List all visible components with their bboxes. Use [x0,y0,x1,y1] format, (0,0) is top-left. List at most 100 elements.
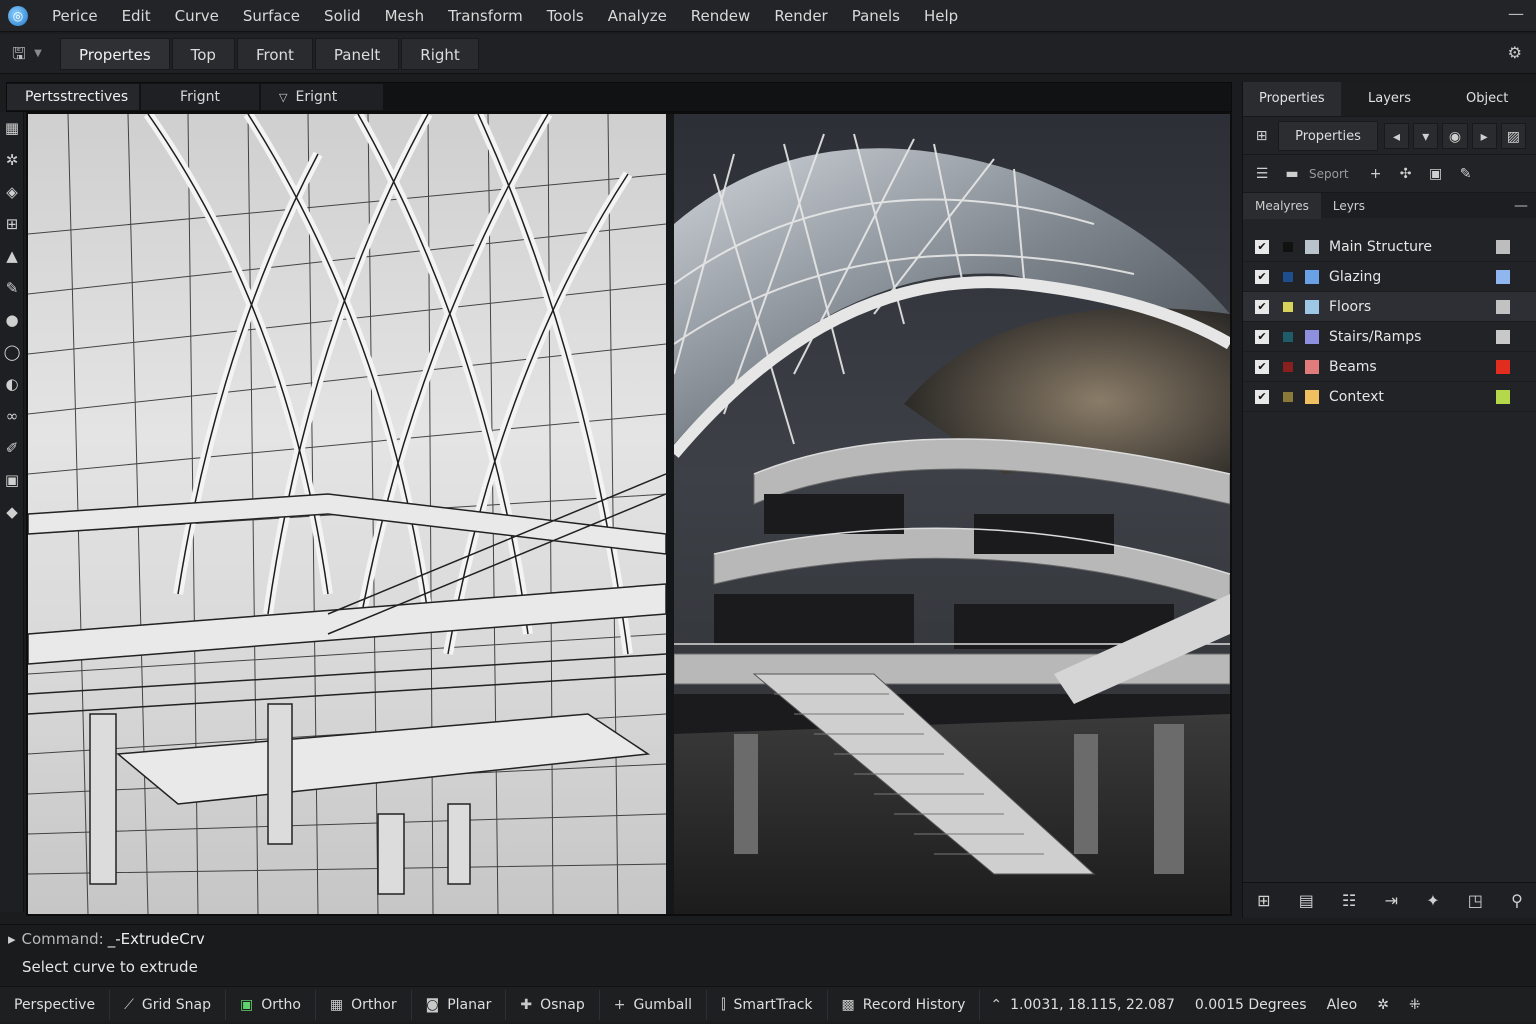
curve-tool-icon[interactable]: ✲ [0,144,24,176]
status-record-history[interactable]: ▩ Record History [828,989,981,1020]
link-tool-icon[interactable]: ∞ [0,400,24,432]
edit-icon[interactable]: ✎ [1453,161,1479,187]
layer-row-selected[interactable]: ✔ Floors [1243,292,1536,322]
render-tool-icon[interactable]: ◐ [0,368,24,400]
viewport-tab-perspective[interactable]: Pertsstrectives [7,84,139,110]
toolbar-tab-top[interactable]: Top [171,37,235,70]
chevron-down-icon[interactable]: ▼ [30,48,46,59]
menu-solid[interactable]: Solid [312,0,373,32]
layer-color-swatch[interactable] [1496,359,1510,374]
pin-icon[interactable]: ⚲ [1511,891,1523,910]
layer-color-swatch[interactable] [1496,239,1510,254]
layer-lock-dot[interactable] [1283,361,1293,372]
menu-help[interactable]: Help [912,0,970,32]
layer-visibility-checkbox[interactable]: ✔ [1255,269,1269,284]
panel-tab-layers[interactable]: Layers [1341,82,1439,116]
layer-row[interactable]: ✔ Context [1243,382,1536,412]
panel-tab-object[interactable]: Object [1438,82,1536,116]
layer-row[interactable]: ✔ Stairs/Ramps [1243,322,1536,352]
options-icon[interactable]: ⁜ [1399,990,1431,1020]
status-perspective[interactable]: Perspective [0,989,111,1020]
status-orthor[interactable]: ▦ Orthor [316,989,412,1020]
layer-list-icon[interactable]: ☷ [1342,891,1356,910]
subtab-mealyres[interactable]: Mealyres [1243,192,1321,219]
copy-icon[interactable]: ▣ [1423,161,1449,187]
menu-tools[interactable]: Tools [535,0,596,32]
status-gumball[interactable]: + Gumball [600,989,708,1020]
toolbar-tab-panelt[interactable]: Panelt [314,37,400,70]
brush-tool-icon[interactable]: ✐ [0,432,24,464]
viewport-tab-front[interactable]: Frignt [141,84,259,110]
toolbar-tab-properties[interactable]: Propertes [60,37,170,70]
layer-visibility-checkbox[interactable]: ✔ [1255,359,1269,374]
toolbar-tab-right[interactable]: Right [401,37,479,70]
layer-row[interactable]: ✔ Beams [1243,352,1536,382]
menu-transform[interactable]: Transform [436,0,535,32]
pen-tool-icon[interactable]: ✎ [0,272,24,304]
arrow-left-icon[interactable]: ◂ [1383,122,1410,149]
panel-tab-properties[interactable]: Properties [1243,82,1341,116]
add-icon[interactable]: + [1363,161,1389,187]
user-settings-icon[interactable]: ⚙ [1508,43,1522,62]
viewport-tab-right[interactable]: ▽ Erignt [261,84,383,110]
layer-lock-dot[interactable] [1283,331,1293,342]
menu-mesh[interactable]: Mesh [373,0,437,32]
menu-surface[interactable]: Surface [231,0,312,32]
command-input[interactable]: _-ExtrudeCrv [108,930,205,948]
new-layer-icon[interactable]: ⊞ [1257,891,1270,910]
layer-visibility-checkbox[interactable]: ✔ [1255,329,1269,344]
solid-tool-icon[interactable]: ⊞ [0,208,24,240]
export-label[interactable]: Seport [1309,167,1349,181]
image-icon[interactable]: ▨ [1500,122,1527,149]
viewport-splitter[interactable] [666,114,674,914]
menu-edit[interactable]: Edit [110,0,163,32]
select-points-icon[interactable]: ▦ [0,112,24,144]
layer-color-swatch[interactable] [1496,269,1510,284]
layer-visibility-checkbox[interactable]: ✔ [1255,239,1269,254]
layer-color-swatch[interactable] [1496,329,1510,344]
chevron-icon[interactable]: ▸ [1471,122,1497,149]
layer-row[interactable]: ✔ Glazing [1243,262,1536,292]
panel-tool-icon[interactable]: ▣ [0,464,24,496]
rendered-viewport[interactable] [674,114,1230,914]
blob-tool-icon[interactable]: ● [0,304,24,336]
status-osnap[interactable]: ✚ Osnap [506,989,600,1020]
layer-lock-dot[interactable] [1283,271,1293,282]
layer-lock-dot[interactable] [1283,241,1293,252]
layer-lock-dot[interactable] [1283,391,1293,402]
view-icon[interactable]: ◳ [1468,891,1483,910]
layer-visibility-checkbox[interactable]: ✔ [1255,389,1269,404]
mesh-tool-icon[interactable]: ▲ [0,240,24,272]
status-ortho[interactable]: ▣ Ortho [226,989,316,1020]
menu-file[interactable]: Perice [40,0,110,32]
menu-panels[interactable]: Panels [840,0,912,32]
subtab-leyrs[interactable]: Leyrs [1321,193,1377,219]
arrow-down-icon[interactable]: ▾ [1413,122,1439,149]
properties-button[interactable]: Properties [1278,120,1378,151]
layer-lock-dot[interactable] [1283,301,1293,312]
layer-color-swatch[interactable] [1496,299,1510,314]
status-grid-snap[interactable]: ⟋ Grid Snap [110,989,226,1020]
filter-icon[interactable]: ✦ [1426,891,1439,910]
grid-icon[interactable]: ⊞ [1249,123,1274,149]
status-smarttrack[interactable]: ⫿ SmartTrack [707,989,828,1020]
folder-icon[interactable]: ▬ [1279,161,1305,187]
menu-analyze[interactable]: Analyze [596,0,679,32]
surface-tool-icon[interactable]: ◈ [0,176,24,208]
globe-icon[interactable]: ◉ [1442,122,1468,149]
menu-render[interactable]: Render [762,0,839,32]
circle-tool-icon[interactable]: ◯ [0,336,24,368]
collapse-icon[interactable]: — [1512,198,1530,214]
settings-icon[interactable]: ✲ [1367,990,1399,1020]
layer-row[interactable]: ✔ Main Structure [1243,232,1536,262]
status-planar[interactable]: ◙ Planar [412,989,507,1020]
list-icon[interactable]: ☰ [1249,161,1275,187]
minimize-icon[interactable]: — [1506,4,1526,24]
layer-color-swatch[interactable] [1496,389,1510,404]
toolbar-tab-front[interactable]: Front [236,37,313,70]
move-icon[interactable]: ✣ [1393,161,1419,187]
eraser-tool-icon[interactable]: ◆ [0,496,24,528]
wireframe-viewport[interactable] [28,114,666,914]
move-layer-icon[interactable]: ⇥ [1385,891,1398,910]
menu-curve[interactable]: Curve [163,0,231,32]
